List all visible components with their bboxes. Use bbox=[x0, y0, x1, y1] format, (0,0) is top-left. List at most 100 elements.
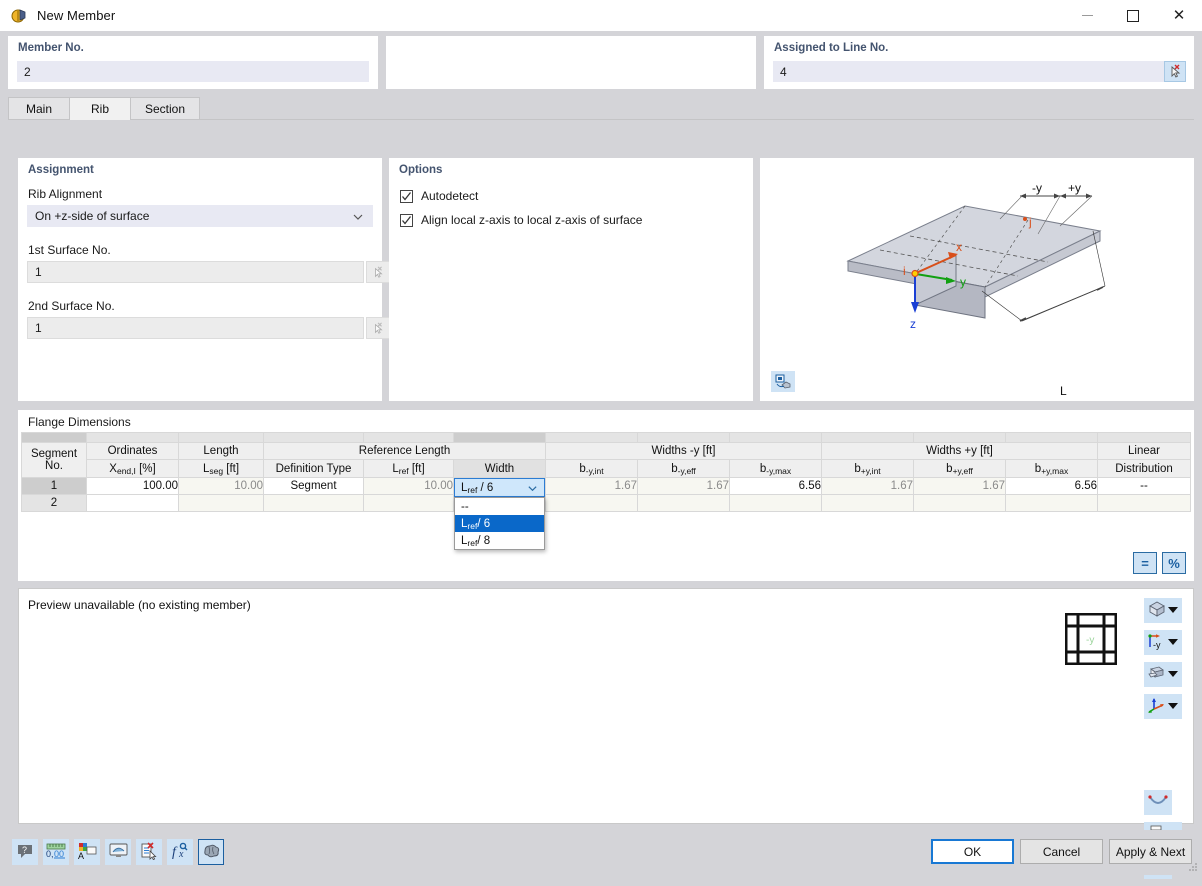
chevron-down-icon bbox=[1168, 607, 1178, 613]
grid-thumbnail-icon[interactable]: -y bbox=[1065, 613, 1117, 665]
col-b-minus-y-int[interactable]: b-y,int bbox=[545, 459, 638, 478]
col-group-widths-plus-y[interactable]: Widths +y [ft] bbox=[821, 442, 1098, 460]
col-b-plus-y-max[interactable]: b+y,max bbox=[1005, 459, 1098, 478]
options-title: Options bbox=[399, 164, 443, 176]
col-segment-no[interactable]: Segment No. bbox=[21, 442, 87, 478]
cell-b-minus-y-max-2[interactable] bbox=[729, 494, 822, 512]
cell-b-minus-y-eff-1[interactable]: 1.67 bbox=[637, 477, 730, 495]
width-dropdown-list[interactable]: -- Lref / 6 Lref / 8 bbox=[454, 497, 545, 550]
maximize-button[interactable] bbox=[1110, 0, 1156, 31]
rib-alignment-select[interactable]: On +z-side of surface bbox=[27, 205, 373, 227]
node-i-label: i bbox=[903, 264, 906, 278]
col-group-reference-length[interactable]: Reference Length bbox=[263, 442, 546, 460]
cancel-button[interactable]: Cancel bbox=[1020, 839, 1103, 864]
col-b-plus-y-eff[interactable]: b+y,eff bbox=[913, 459, 1006, 478]
cell-length-1[interactable]: 10.00 bbox=[178, 477, 264, 495]
col-lref[interactable]: Lref [ft] bbox=[363, 459, 454, 478]
flange-dimensions-title: Flange Dimensions bbox=[28, 415, 131, 429]
cell-b-minus-y-eff-2[interactable] bbox=[637, 494, 730, 512]
resize-grip-icon[interactable] bbox=[1188, 862, 1198, 872]
col-b-plus-y-int[interactable]: b+y,int bbox=[821, 459, 914, 478]
col-b-minus-y-eff[interactable]: b-y,eff bbox=[637, 459, 730, 478]
percent-button[interactable]: % bbox=[1162, 552, 1186, 574]
formula-button[interactable]: f x bbox=[167, 839, 193, 865]
cell-definition-type-1[interactable]: Segment bbox=[263, 477, 364, 495]
apply-next-button[interactable]: Apply & Next bbox=[1109, 839, 1192, 864]
col-definition-type[interactable]: Definition Type bbox=[263, 459, 364, 478]
width-dropdown-value: Lref / 6 bbox=[461, 481, 494, 495]
cell-linear-distribution-1[interactable]: -- bbox=[1097, 477, 1191, 495]
tab-rib[interactable]: Rib bbox=[69, 97, 131, 120]
col-width[interactable]: Width bbox=[453, 459, 546, 478]
cell-b-minus-y-max-1[interactable]: 6.56 bbox=[729, 477, 822, 495]
view-direction-button[interactable]: -y bbox=[1144, 630, 1182, 655]
display-button[interactable] bbox=[105, 839, 131, 865]
pick-line-button[interactable] bbox=[1164, 61, 1186, 82]
units-button[interactable]: 0, 00 bbox=[43, 839, 69, 865]
comment-button[interactable]: A bbox=[74, 839, 100, 865]
deformation-button[interactable] bbox=[1144, 790, 1172, 815]
surface2-input[interactable]: 1 bbox=[27, 317, 364, 339]
cell-width-1[interactable]: Lref / 6 -- Lref / 6 Lref / 8 bbox=[453, 477, 546, 550]
delete-entry-button[interactable] bbox=[136, 839, 162, 865]
cell-b-plus-y-max-1[interactable]: 6.56 bbox=[1005, 477, 1098, 495]
cell-b-minus-y-int-1[interactable]: 1.67 bbox=[545, 477, 638, 495]
graphic-render-mode-button[interactable] bbox=[771, 371, 795, 392]
col-length-unit[interactable]: Lseg [ft] bbox=[178, 459, 264, 478]
width-option-none[interactable]: -- bbox=[455, 498, 544, 515]
col-group-widths-minus-y[interactable]: Widths -y [ft] bbox=[545, 442, 822, 460]
cell-b-plus-y-eff-1[interactable]: 1.67 bbox=[913, 477, 1006, 495]
member-no-input[interactable]: 2 bbox=[17, 61, 369, 82]
col-group-ordinates[interactable]: Ordinates bbox=[86, 442, 179, 460]
cell-b-plus-y-int-1[interactable]: 1.67 bbox=[821, 477, 914, 495]
pick-surface2-button[interactable] bbox=[366, 317, 390, 339]
cell-linear-distribution-2[interactable] bbox=[1097, 494, 1191, 512]
render-style-button[interactable] bbox=[1144, 662, 1182, 687]
equalize-button[interactable]: = bbox=[1133, 552, 1157, 574]
minimize-button[interactable] bbox=[1064, 0, 1110, 31]
cell-definition-type-2[interactable] bbox=[263, 494, 364, 512]
table-row[interactable]: 1 100.00 10.00 Segment 10.00 Lref / 6 --… bbox=[21, 477, 1191, 550]
table-row[interactable]: 2 bbox=[21, 494, 1191, 512]
cube-icon bbox=[1147, 600, 1166, 621]
cell-lref-2[interactable] bbox=[363, 494, 454, 512]
col-linear-distribution[interactable]: Distribution bbox=[1097, 459, 1191, 478]
col-group-linear[interactable]: Linear bbox=[1097, 442, 1191, 460]
cell-ordinates-2[interactable] bbox=[86, 494, 179, 512]
col-group-length[interactable]: Length bbox=[178, 442, 264, 460]
cell-ordinates-1[interactable]: 100.00 bbox=[86, 477, 179, 495]
ok-button[interactable]: OK bbox=[931, 839, 1014, 864]
rib-alignment-value: On +z-side of surface bbox=[35, 209, 150, 223]
width-dropdown[interactable]: Lref / 6 bbox=[454, 478, 545, 497]
surface1-input[interactable]: 1 bbox=[27, 261, 364, 283]
option-align-z-axis[interactable]: Align local z-axis to local z-axis of su… bbox=[400, 213, 642, 227]
cell-length-2[interactable] bbox=[178, 494, 264, 512]
option-autodetect[interactable]: Autodetect bbox=[400, 189, 478, 203]
col-b-minus-y-max[interactable]: b-y,max bbox=[729, 459, 822, 478]
row-header-1[interactable]: 1 bbox=[21, 477, 87, 495]
help-button[interactable]: ? bbox=[12, 839, 38, 865]
pick-surface1-button[interactable] bbox=[366, 261, 390, 283]
spacer-cell bbox=[1005, 432, 1098, 443]
tab-main[interactable]: Main bbox=[8, 97, 70, 120]
table-sub-header-row: Xend,I [%] Lseg [ft] Definition Type Lre… bbox=[22, 459, 1191, 478]
close-button[interactable]: ✕ bbox=[1156, 0, 1202, 31]
cell-b-minus-y-int-2[interactable] bbox=[545, 494, 638, 512]
col-ordinates-unit[interactable]: Xend,I [%] bbox=[86, 459, 179, 478]
cell-b-plus-y-max-2[interactable] bbox=[1005, 494, 1098, 512]
cell-b-plus-y-int-2[interactable] bbox=[821, 494, 914, 512]
brain-button[interactable] bbox=[198, 839, 224, 865]
comment-color-icon: A bbox=[78, 842, 97, 863]
coordinate-system-button[interactable] bbox=[1144, 694, 1182, 719]
preview-message: Preview unavailable (no existing member) bbox=[28, 598, 251, 612]
spacer-cell bbox=[178, 432, 264, 443]
tab-section[interactable]: Section bbox=[130, 97, 201, 120]
width-option-lref-8[interactable]: Lref / 8 bbox=[455, 532, 544, 549]
cell-lref-1[interactable]: 10.00 bbox=[363, 477, 454, 495]
view-mode-button[interactable] bbox=[1144, 598, 1182, 623]
assigned-line-input[interactable]: 4 bbox=[773, 61, 1165, 82]
axis-z-label: z bbox=[910, 317, 916, 331]
row-header-2[interactable]: 2 bbox=[21, 494, 87, 512]
width-option-lref-6[interactable]: Lref / 6 bbox=[455, 515, 544, 532]
cell-b-plus-y-eff-2[interactable] bbox=[913, 494, 1006, 512]
